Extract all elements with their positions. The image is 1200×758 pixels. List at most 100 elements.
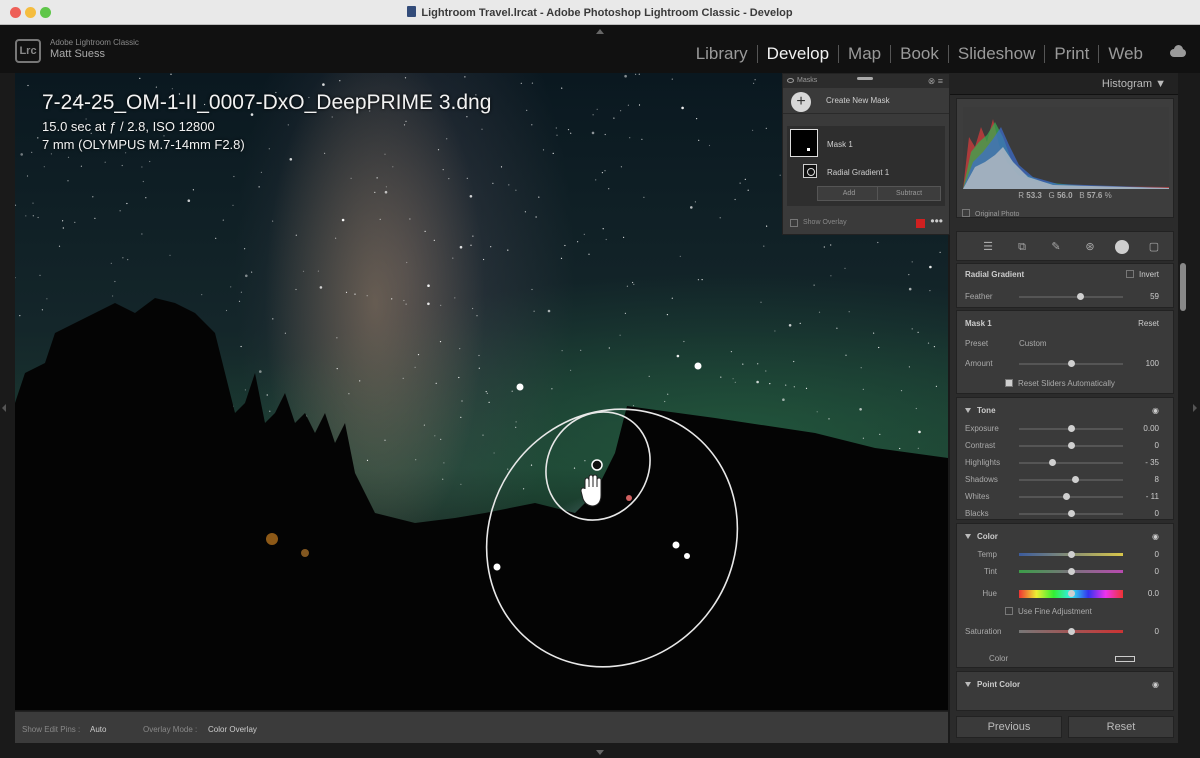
red-eye-icon[interactable]: ⊛ [1083, 240, 1097, 254]
module-map[interactable]: Map [838, 45, 890, 63]
mask-reset-button[interactable]: Reset [1138, 319, 1159, 328]
whites-track[interactable] [1019, 493, 1123, 500]
whites-slider-row[interactable]: Whites - 11 [957, 490, 1173, 504]
contrast-slider-row[interactable]: Contrast 0 [957, 439, 1173, 453]
hue-knob[interactable] [1068, 590, 1075, 597]
module-book[interactable]: Book [890, 45, 948, 63]
more-options-icon[interactable]: ••• [930, 214, 943, 228]
saturation-value[interactable]: 0 [1155, 627, 1159, 636]
tint-value[interactable]: 0 [1155, 567, 1159, 576]
feather-knob[interactable] [1077, 293, 1085, 300]
exposure-slider-row[interactable]: Exposure 0.00 [957, 422, 1173, 436]
radial-handle-top-right[interactable] [694, 362, 702, 370]
amount-knob[interactable] [1068, 360, 1075, 367]
add-mask-button[interactable]: Add [817, 186, 881, 201]
create-new-mask-row[interactable]: + Create New Mask [783, 88, 949, 114]
tint-slider-row[interactable]: Tint 0 [957, 565, 1173, 579]
create-new-mask-label[interactable]: Create New Mask [826, 96, 890, 105]
invert-checkbox[interactable]: Invert [1125, 270, 1159, 279]
radial-handle-bottom-left[interactable] [493, 563, 501, 571]
hue-slider-row[interactable]: Hue 0.0 [957, 587, 1173, 601]
contrast-knob[interactable] [1068, 442, 1075, 449]
reset-button[interactable]: Reset [1068, 716, 1174, 738]
right-panel-scrollbar[interactable] [1180, 263, 1186, 311]
mask-thumbnail[interactable] [790, 129, 818, 157]
reset-sliders-toggle[interactable]: Reset Sliders Automatically [1005, 379, 1115, 388]
eye-icon[interactable] [787, 78, 794, 83]
hue-value[interactable]: 0.0 [1148, 589, 1159, 598]
blacks-value[interactable]: 0 [1155, 509, 1159, 518]
blacks-track[interactable] [1019, 510, 1123, 517]
masks-panel-header[interactable]: Masks ⊗ ≡ [783, 74, 949, 88]
radial-rotate-handle[interactable] [684, 553, 690, 559]
show-overlay-checkbox[interactable] [790, 219, 798, 227]
crop-icon[interactable]: ⧉ [1015, 240, 1029, 254]
amount-slider-row[interactable]: Amount 100 [957, 357, 1173, 371]
module-library[interactable]: Library [687, 45, 757, 63]
feather-slider-row[interactable]: Feather 59 [957, 290, 1173, 304]
eye-icon[interactable]: ◉ [1152, 532, 1159, 541]
temp-value[interactable]: 0 [1155, 550, 1159, 559]
feather-track[interactable] [1019, 293, 1123, 300]
overlay-color-swatch[interactable] [916, 219, 925, 228]
masking-icon[interactable] [1115, 240, 1129, 254]
histogram[interactable]: R 53.3 G 56.0 B 57.6 % Original Photo [956, 98, 1174, 218]
radial-gradient-icon[interactable] [803, 164, 817, 178]
mask-name[interactable]: Mask 1 [827, 140, 853, 149]
highlights-track[interactable] [1019, 459, 1123, 466]
shadows-knob[interactable] [1072, 476, 1080, 483]
exposure-track[interactable] [1019, 425, 1123, 432]
eye-icon[interactable]: ◉ [1152, 680, 1159, 689]
original-photo-toggle[interactable]: Original Photo [962, 209, 1019, 218]
fine-adjustment-toggle[interactable]: Use Fine Adjustment [1005, 607, 1092, 616]
show-edit-pins-dropdown[interactable]: Auto [90, 725, 106, 734]
collapse-left-panel-icon[interactable] [2, 404, 6, 412]
previous-button[interactable]: Previous [956, 716, 1062, 738]
shadows-value[interactable]: 8 [1155, 475, 1159, 484]
original-photo-checkbox[interactable] [962, 209, 970, 217]
subtract-mask-button[interactable]: Subtract [877, 186, 941, 201]
module-web[interactable]: Web [1098, 45, 1152, 63]
mask-component-name[interactable]: Radial Gradient 1 [827, 168, 889, 177]
shadows-track[interactable] [1019, 476, 1123, 483]
disclosure-triangle-icon[interactable] [965, 534, 971, 539]
blacks-knob[interactable] [1068, 510, 1075, 517]
radial-feather-handle[interactable] [626, 495, 632, 501]
temp-slider-row[interactable]: Temp 0 [957, 548, 1173, 562]
fine-adjustment-checkbox[interactable] [1005, 607, 1013, 615]
histogram-header[interactable]: Histogram ▼ [950, 73, 1178, 95]
saturation-knob[interactable] [1068, 628, 1075, 635]
temp-knob[interactable] [1068, 551, 1075, 558]
close-icon[interactable]: ⊗ ≡ [928, 74, 943, 88]
overlay-mode-dropdown[interactable]: Color Overlay [208, 725, 257, 734]
highlights-value[interactable]: - 35 [1145, 458, 1159, 467]
cloud-sync-icon[interactable] [1168, 45, 1188, 57]
color-swatch[interactable] [1115, 656, 1135, 662]
panel-expand-icon[interactable]: ▢ [1147, 240, 1161, 254]
exposure-value[interactable]: 0.00 [1143, 424, 1159, 433]
module-print[interactable]: Print [1044, 45, 1098, 63]
module-develop[interactable]: Develop [756, 45, 838, 63]
tone-header[interactable]: Tone [965, 406, 996, 415]
preset-dropdown[interactable]: Custom [1019, 339, 1047, 348]
shadows-slider-row[interactable]: Shadows 8 [957, 473, 1173, 487]
exposure-knob[interactable] [1068, 425, 1075, 432]
amount-track[interactable] [1019, 360, 1123, 367]
feather-value[interactable]: 59 [1150, 292, 1159, 301]
collapse-filmstrip-icon[interactable] [596, 750, 604, 755]
module-slideshow[interactable]: Slideshow [947, 45, 1045, 63]
tint-knob[interactable] [1068, 568, 1075, 575]
radial-handle-bottom-right[interactable] [672, 541, 680, 549]
contrast-track[interactable] [1019, 442, 1123, 449]
disclosure-triangle-icon[interactable] [965, 408, 971, 413]
mask-pin-icon[interactable] [591, 459, 603, 471]
healing-icon[interactable]: ✎ [1049, 240, 1063, 254]
point-color-header[interactable]: Point Color [965, 680, 1020, 689]
collapse-top-panel-icon[interactable] [596, 29, 604, 34]
collapse-right-panel-icon[interactable] [1193, 404, 1197, 412]
saturation-slider-row[interactable]: Saturation 0 [957, 625, 1173, 639]
eye-icon[interactable]: ◉ [1152, 406, 1159, 415]
disclosure-triangle-icon[interactable] [965, 682, 971, 687]
highlights-knob[interactable] [1049, 459, 1057, 466]
contrast-value[interactable]: 0 [1155, 441, 1159, 450]
